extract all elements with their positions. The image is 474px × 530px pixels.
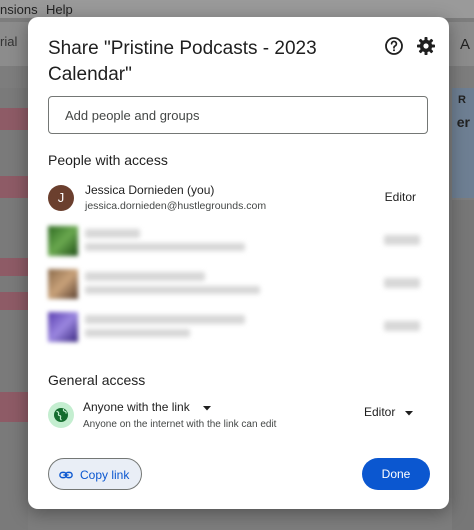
gear-icon[interactable] (414, 34, 438, 58)
redacted-email (85, 243, 245, 251)
redacted-role (384, 321, 420, 331)
person-row-owner: J Jessica Dornieden (you) jessica.dornie… (48, 182, 428, 218)
background-menu-extensions: nsions (0, 2, 38, 17)
background-cell (0, 176, 28, 198)
copy-link-label: Copy link (80, 468, 130, 482)
add-people-input[interactable] (48, 96, 428, 134)
general-access-dropdown[interactable]: Anyone with the link (83, 400, 190, 414)
person-row-redacted[interactable] (48, 311, 428, 347)
person-role: Editor (384, 190, 416, 204)
redacted-name (85, 229, 140, 238)
background-cell (0, 108, 28, 130)
avatar: J (48, 185, 74, 211)
person-name: Jessica Dornieden (you) (85, 183, 215, 197)
share-dialog: Share "Pristine Podcasts - 2023 Calendar… (28, 17, 449, 509)
background-font-name: rial (0, 34, 18, 49)
blurred-avatar (48, 226, 78, 256)
background-cell (0, 292, 28, 310)
background-column-letter: R (458, 94, 466, 106)
redacted-name (85, 315, 245, 324)
background-column (452, 200, 474, 530)
redacted-email (85, 329, 190, 337)
person-row-redacted[interactable] (48, 225, 428, 261)
dialog-title: Share "Pristine Podcasts - 2023 Calendar… (48, 38, 317, 85)
general-access-description: Anyone on the internet with the link can… (83, 419, 277, 430)
redacted-email (85, 286, 260, 294)
link-role-dropdown[interactable]: Editor (364, 405, 395, 419)
copy-link-button[interactable]: Copy link (48, 458, 142, 490)
redacted-role (384, 235, 420, 245)
background-menu-help: Help (46, 2, 73, 17)
blurred-avatar (48, 269, 78, 299)
person-email: jessica.dornieden@hustlegrounds.com (85, 200, 267, 212)
globe-icon (48, 402, 74, 428)
redacted-name (85, 272, 205, 281)
background-cell (0, 392, 28, 422)
done-button[interactable]: Done (362, 458, 430, 490)
link-icon (59, 471, 73, 479)
people-with-access-heading: People with access (48, 152, 168, 168)
blurred-avatar (48, 312, 78, 342)
caret-down-icon[interactable] (202, 403, 212, 413)
help-circle-icon[interactable] (382, 34, 406, 58)
background-text-color-button: A (459, 36, 470, 53)
person-row-redacted[interactable] (48, 268, 428, 304)
background-menubar: nsions Help (0, 0, 474, 18)
caret-down-icon[interactable] (404, 408, 414, 418)
general-access-heading: General access (48, 372, 146, 388)
redacted-role (384, 278, 420, 288)
background-cell-text: er (456, 114, 470, 130)
background-cell (0, 258, 28, 276)
